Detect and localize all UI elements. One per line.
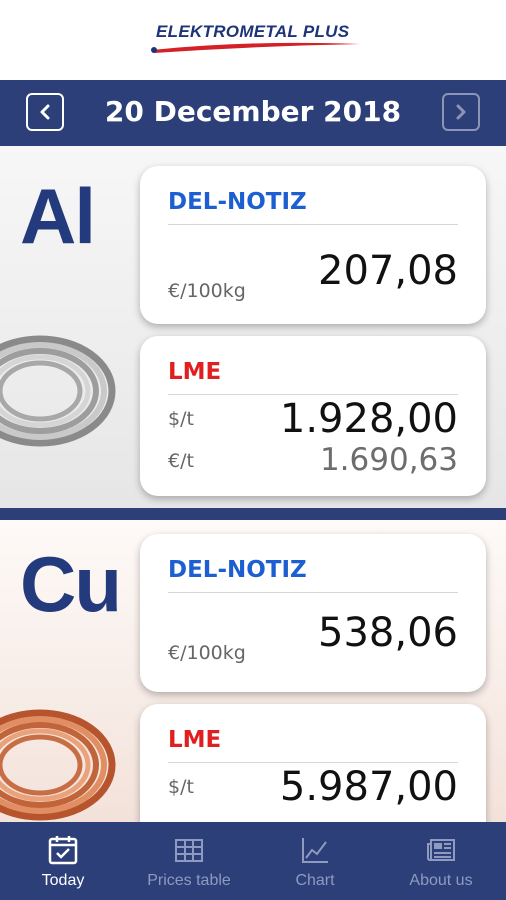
copper-section: Cu DEL-NOTIZ €/100kg 538,06 LME $/t 5.98… xyxy=(0,520,506,822)
del-notiz-unit: €/100kg xyxy=(168,280,246,302)
logo-swoosh-icon xyxy=(151,42,360,53)
lme-usd-unit: $/t xyxy=(168,776,194,798)
lme-usd-unit: $/t xyxy=(168,408,194,430)
metal-symbol: Cu xyxy=(20,540,122,628)
card-divider xyxy=(168,762,458,763)
chevron-left-icon xyxy=(40,104,50,120)
bottom-tab-bar: Today Prices table Chart About us xyxy=(0,822,506,900)
aluminium-section: Al DEL-NOTIZ €/100kg 207,08 LME $/t 1.92… xyxy=(0,146,506,508)
del-notiz-value: 538,06 xyxy=(318,610,458,656)
card-divider xyxy=(168,224,458,225)
current-date: 20 December 2018 xyxy=(104,95,402,128)
copper-wire-coil-image xyxy=(0,709,116,821)
tab-chart[interactable]: Chart xyxy=(252,822,378,900)
chevron-right-icon xyxy=(456,104,466,120)
del-notiz-card: DEL-NOTIZ €/100kg 538,06 xyxy=(140,534,486,692)
tab-label: Prices table xyxy=(147,872,231,889)
lme-label: LME xyxy=(168,359,222,385)
table-icon xyxy=(175,839,203,862)
del-notiz-card: DEL-NOTIZ €/100kg 207,08 xyxy=(140,166,486,324)
metal-symbol: Al xyxy=(20,172,96,260)
calendar-icon xyxy=(48,836,78,865)
tab-label: Today xyxy=(41,872,85,889)
tab-label: About us xyxy=(409,872,473,889)
next-day-button[interactable] xyxy=(442,93,480,131)
app-header: ELEKTROMETAL PLUS xyxy=(0,0,506,80)
lme-usd-value: 5.987,00 xyxy=(279,764,458,810)
del-notiz-label: DEL-NOTIZ xyxy=(168,189,307,215)
card-divider xyxy=(168,592,458,593)
tab-label: Chart xyxy=(295,872,335,889)
lme-card: LME $/t 5.987,00 xyxy=(140,704,486,822)
newspaper-icon xyxy=(427,839,455,861)
del-notiz-unit: €/100kg xyxy=(168,642,246,664)
lme-usd-value: 1.928,00 xyxy=(279,396,458,442)
tab-about-us[interactable]: About us xyxy=(378,822,504,900)
lme-label: LME xyxy=(168,727,222,753)
del-notiz-value: 207,08 xyxy=(318,248,458,294)
lme-card: LME $/t 1.928,00 €/t 1.690,63 xyxy=(140,336,486,496)
tab-prices-table[interactable]: Prices table xyxy=(126,822,252,900)
lme-eur-value: 1.690,63 xyxy=(319,442,458,478)
card-divider xyxy=(168,394,458,395)
section-divider xyxy=(0,508,506,520)
del-notiz-label: DEL-NOTIZ xyxy=(168,557,307,583)
lme-eur-unit: €/t xyxy=(168,450,194,472)
previous-day-button[interactable] xyxy=(26,93,64,131)
date-navigation-bar: 20 December 2018 xyxy=(0,80,506,146)
aluminium-wire-coil-image xyxy=(0,335,116,447)
chart-icon xyxy=(302,838,328,863)
tab-today[interactable]: Today xyxy=(0,822,126,900)
elektrometal-logo: ELEKTROMETAL PLUS xyxy=(148,18,364,58)
